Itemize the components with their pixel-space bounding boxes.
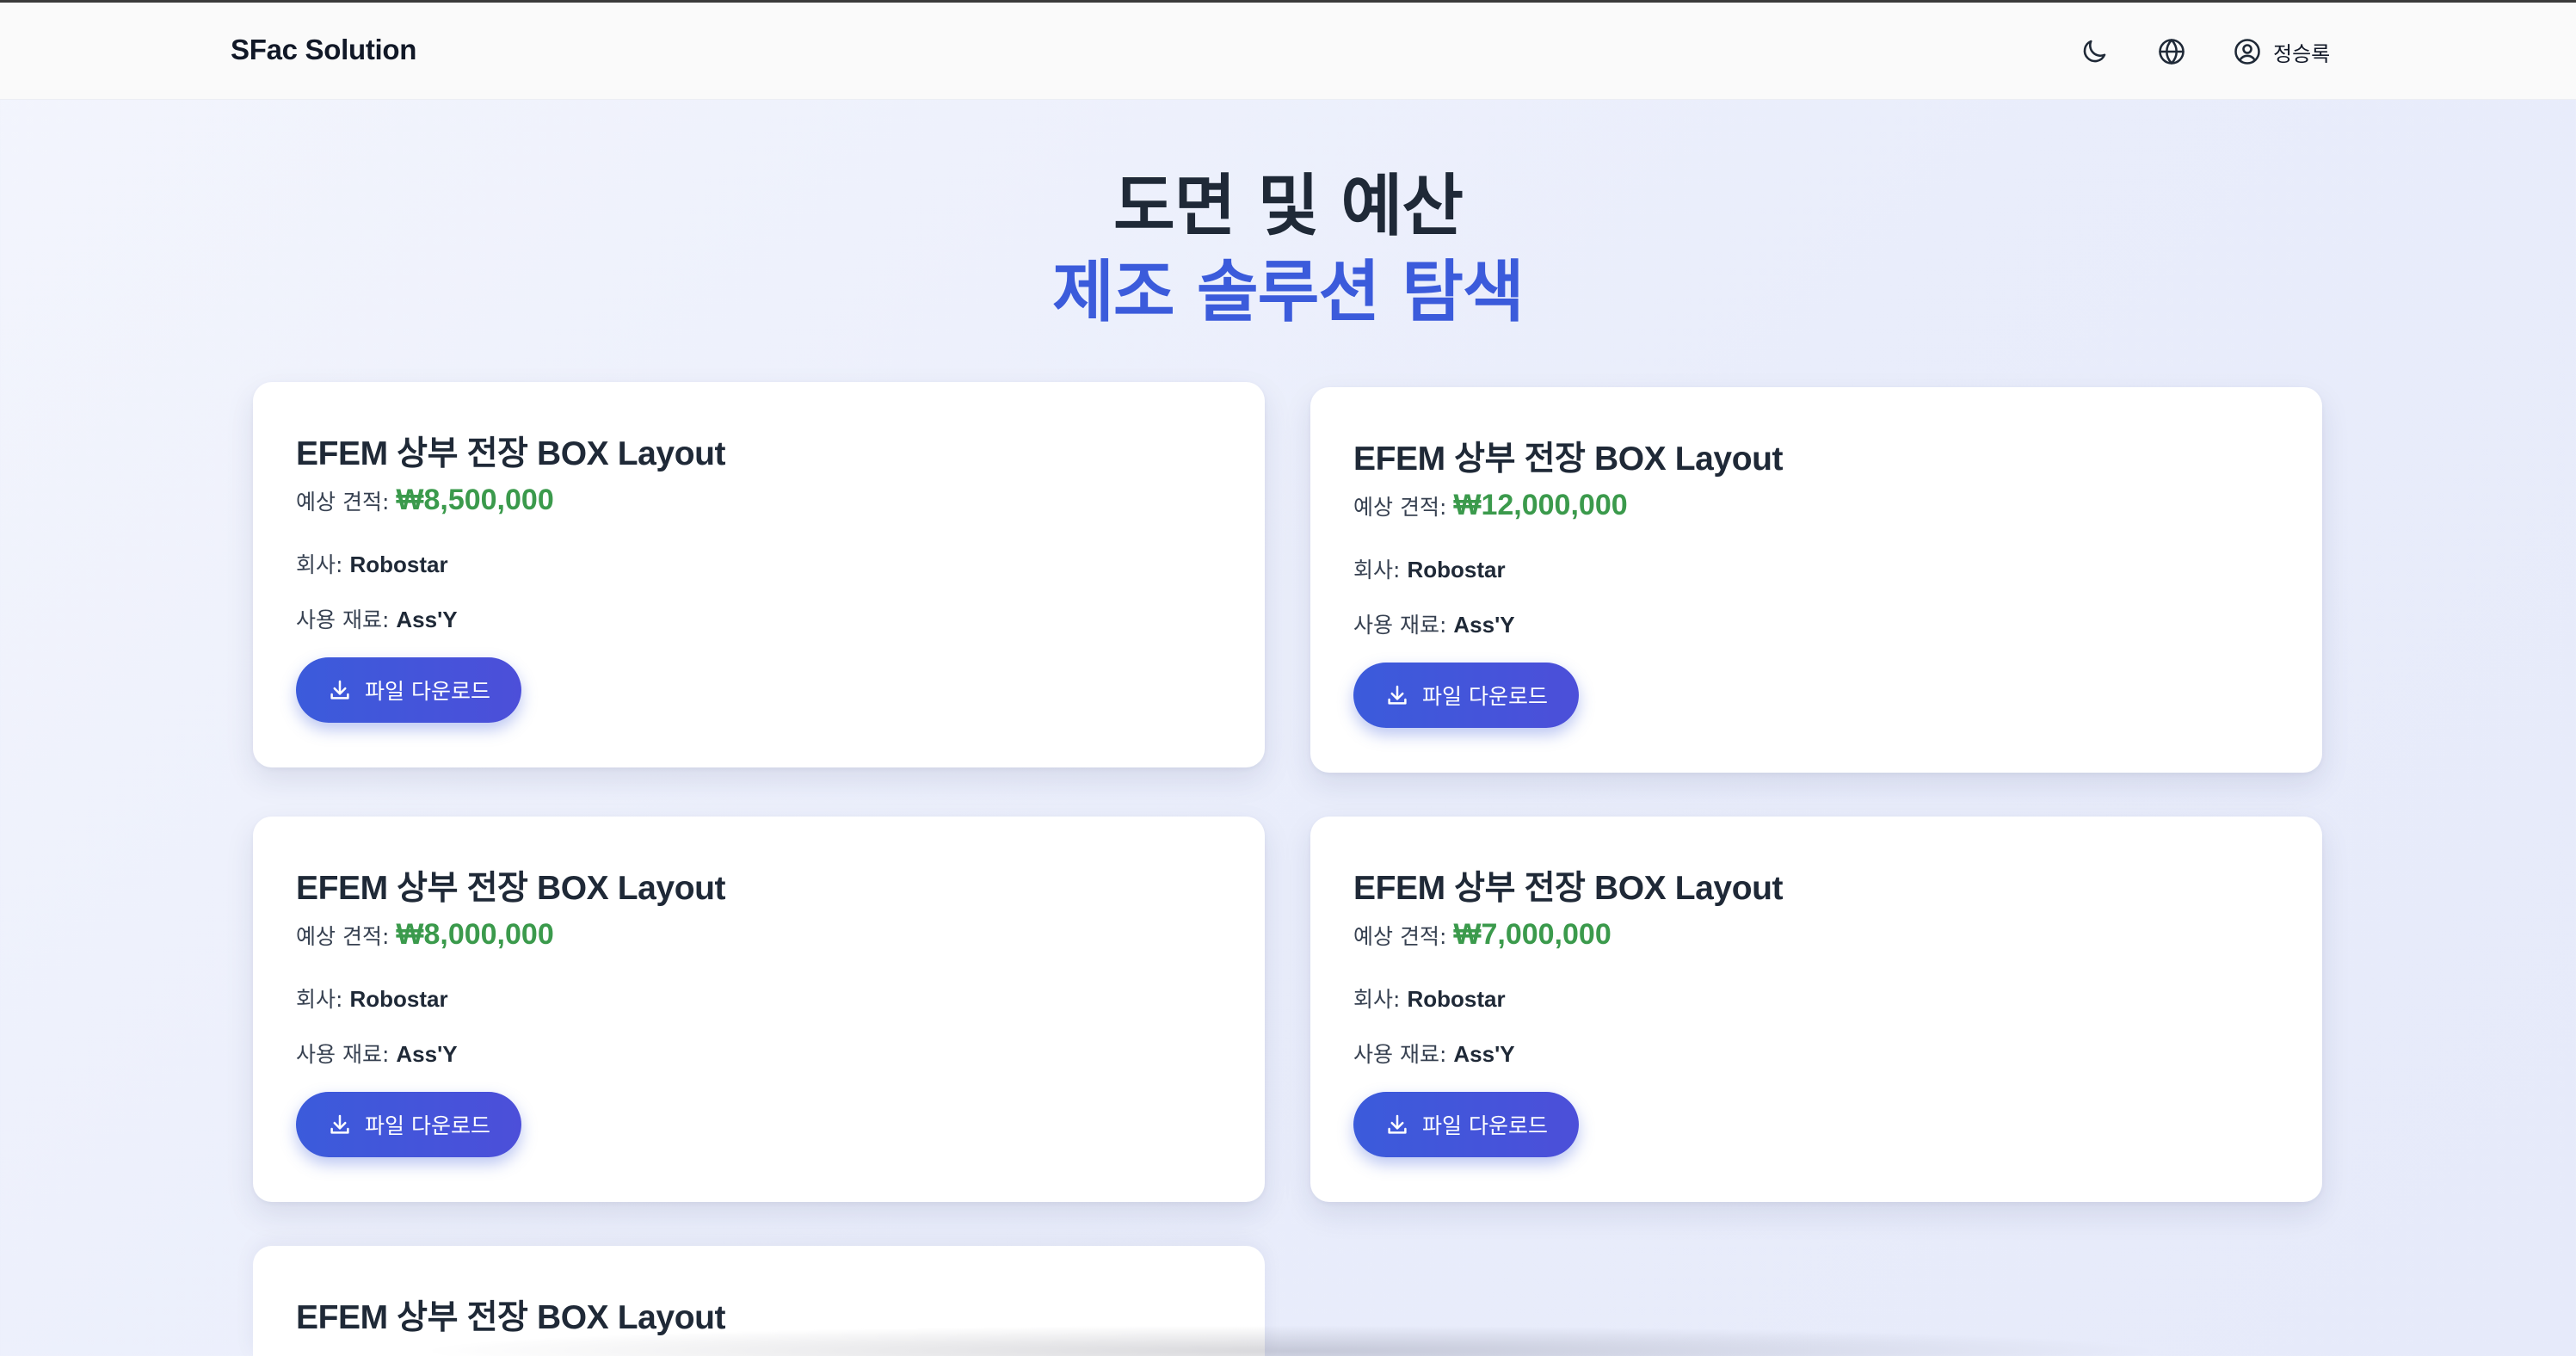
material-label: 사용 재료:: [296, 1042, 390, 1067]
card-title: EFEM 상부 전장 BOX Layout: [1353, 870, 1784, 907]
solution-card: EFEM 상부 전장 BOX Layout 예상 견적: ₩8,500,000 …: [253, 382, 1265, 767]
brand-logo-text[interactable]: SFac Solution: [231, 34, 416, 66]
price-value: ₩8,000,000: [396, 918, 554, 951]
material-value: Ass'Y: [1453, 612, 1515, 638]
hero-title: 도면 및 예산: [1112, 168, 1464, 245]
download-icon: [330, 1114, 349, 1134]
card-price-row: 예상 견적: ₩12,000,000: [1353, 489, 1628, 522]
card-material-row: 사용 재료: Ass'Y: [1353, 608, 1515, 639]
card-company-row: 회사: Robostar: [296, 983, 448, 1014]
material-label: 사용 재료:: [296, 607, 390, 632]
solution-card: EFEM 상부 전장 BOX Layout: [253, 1246, 1265, 1356]
hero-section: 도면 및 예산 제조 솔루션 탐색: [0, 163, 2576, 336]
company-value: Robostar: [349, 986, 448, 1012]
download-icon: [1388, 1114, 1407, 1134]
company-value: Robostar: [349, 552, 448, 577]
company-label: 회사:: [296, 987, 343, 1012]
download-label: 파일 다운로드: [365, 679, 490, 704]
top-navbar: SFac Solution 정승록: [0, 3, 2576, 100]
user-menu[interactable]: 정승록: [2232, 34, 2330, 69]
solution-card: EFEM 상부 전장 BOX Layout 예상 견적: ₩12,000,000…: [1310, 387, 2322, 773]
material-label: 사용 재료:: [1353, 1042, 1447, 1067]
user-name: 정승록: [2273, 41, 2331, 66]
file-download-button[interactable]: 파일 다운로드: [296, 1092, 521, 1157]
user-circle-icon: [2234, 39, 2260, 65]
hero-subtitle: 제조 솔루션 탐색: [1052, 254, 1525, 331]
card-material-row: 사용 재료: Ass'Y: [1353, 1038, 1515, 1069]
solution-card: EFEM 상부 전장 BOX Layout 예상 견적: ₩8,000,000 …: [253, 817, 1265, 1202]
card-price-row: 예상 견적: ₩8,500,000: [296, 484, 554, 517]
card-company-row: 회사: Robostar: [1353, 553, 1506, 584]
card-title: EFEM 상부 전장 BOX Layout: [1353, 441, 1784, 478]
card-title: EFEM 상부 전장 BOX Layout: [296, 1299, 726, 1336]
price-value: ₩12,000,000: [1453, 489, 1628, 521]
download-label: 파일 다운로드: [1422, 684, 1548, 709]
moon-icon[interactable]: [2077, 34, 2111, 69]
file-download-button[interactable]: 파일 다운로드: [1353, 663, 1579, 728]
download-label: 파일 다운로드: [365, 1113, 490, 1138]
download-icon: [1388, 685, 1407, 705]
file-download-button[interactable]: 파일 다운로드: [296, 657, 521, 723]
card-price-row: 예상 견적: ₩7,000,000: [1353, 918, 1612, 952]
card-title: EFEM 상부 전장 BOX Layout: [296, 435, 726, 472]
price-value: ₩7,000,000: [1453, 918, 1612, 951]
price-value: ₩8,500,000: [396, 484, 554, 516]
material-label: 사용 재료:: [1353, 613, 1447, 638]
material-value: Ass'Y: [1453, 1041, 1515, 1067]
company-label: 회사:: [296, 552, 343, 577]
material-value: Ass'Y: [396, 607, 458, 632]
card-material-row: 사용 재료: Ass'Y: [296, 603, 458, 634]
globe-icon[interactable]: [2154, 34, 2189, 69]
file-download-button[interactable]: 파일 다운로드: [1353, 1092, 1579, 1157]
card-material-row: 사용 재료: Ass'Y: [296, 1038, 458, 1069]
card-price-row: 예상 견적: ₩8,000,000: [296, 918, 554, 952]
company-value: Robostar: [1407, 557, 1506, 582]
company-label: 회사:: [1353, 987, 1401, 1012]
company-value: Robostar: [1407, 986, 1506, 1012]
price-label: 예상 견적:: [296, 490, 390, 515]
price-label: 예상 견적:: [1353, 495, 1447, 520]
material-value: Ass'Y: [396, 1041, 458, 1067]
card-company-row: 회사: Robostar: [1353, 983, 1506, 1014]
card-title: EFEM 상부 전장 BOX Layout: [296, 870, 726, 907]
card-company-row: 회사: Robostar: [296, 548, 448, 579]
download-label: 파일 다운로드: [1422, 1113, 1548, 1138]
price-label: 예상 견적:: [1353, 924, 1447, 949]
company-label: 회사:: [1353, 558, 1401, 582]
price-label: 예상 견적:: [296, 924, 390, 949]
download-icon: [330, 680, 349, 700]
solution-card: EFEM 상부 전장 BOX Layout 예상 견적: ₩7,000,000 …: [1310, 817, 2322, 1202]
